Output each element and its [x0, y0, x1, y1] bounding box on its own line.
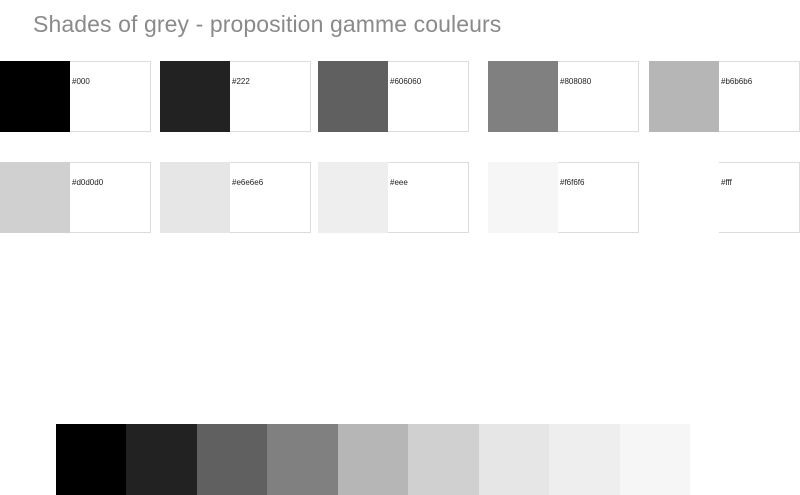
swatch-card-1: #000	[0, 61, 151, 132]
swatch-label: #808080	[560, 77, 592, 86]
strip-cell	[549, 424, 620, 495]
swatch-color	[488, 61, 558, 132]
swatch-color	[318, 162, 388, 233]
swatch-grid: #000 #222 #606060 #808080 #b6b6b6 #d0d0d…	[0, 0, 800, 260]
swatch-label: #fff	[721, 178, 732, 187]
gradient-strip	[56, 424, 690, 495]
strip-cell	[126, 424, 197, 495]
swatch-card-5: #b6b6b6	[649, 61, 800, 132]
strip-cell	[56, 424, 127, 495]
swatch-color	[0, 162, 70, 233]
swatch-card-7: #e6e6e6	[160, 162, 311, 233]
swatch-color	[488, 162, 558, 233]
swatch-color	[160, 61, 230, 132]
swatch-label: #000	[72, 77, 90, 86]
swatch-color	[318, 61, 388, 132]
swatch-card-10: #fff	[649, 162, 800, 233]
swatch-card-8: #eee	[318, 162, 469, 233]
swatch-card-6: #d0d0d0	[0, 162, 151, 233]
strip-cell	[196, 424, 268, 495]
strip-cell	[478, 424, 550, 495]
swatch-color	[0, 61, 70, 132]
swatch-color	[649, 61, 719, 132]
swatch-card-3: #606060	[318, 61, 469, 132]
swatch-card-2: #222	[160, 61, 311, 132]
strip-cell	[408, 424, 479, 495]
strip-cell	[267, 424, 338, 495]
swatch-label: #606060	[390, 77, 422, 86]
strip-cell	[337, 424, 409, 495]
swatch-label: #b6b6b6	[721, 77, 753, 86]
swatch-card-9: #f6f6f6	[488, 162, 639, 233]
swatch-label: #222	[232, 77, 250, 86]
strip-cell	[619, 424, 690, 495]
swatch-label: #e6e6e6	[232, 178, 264, 187]
swatch-label: #eee	[390, 178, 408, 187]
swatch-card-4: #808080	[488, 61, 639, 132]
swatch-color	[160, 162, 230, 233]
swatch-color	[649, 162, 719, 233]
swatch-label: #d0d0d0	[72, 178, 104, 187]
swatch-label: #f6f6f6	[560, 178, 585, 187]
